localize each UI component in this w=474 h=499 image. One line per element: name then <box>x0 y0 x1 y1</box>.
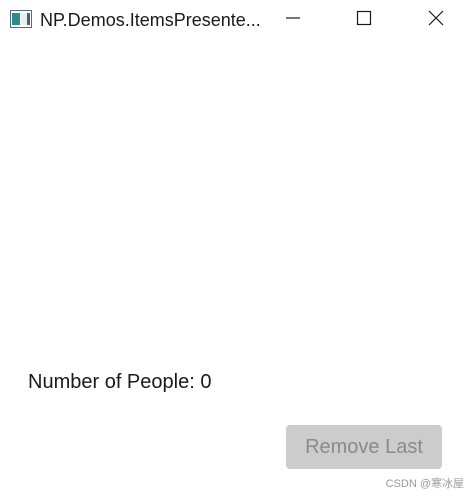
maximize-button[interactable] <box>341 0 387 40</box>
watermark: CSDN @寒冰屋 <box>385 478 464 490</box>
app-window-icon <box>10 10 32 28</box>
main-content: Number of People: 0 Remove Last <box>0 40 474 499</box>
minimize-icon <box>285 10 301 31</box>
close-icon <box>428 10 444 31</box>
close-button[interactable] <box>413 0 459 40</box>
remove-last-button[interactable]: Remove Last <box>286 425 442 469</box>
people-count-label: Number of People: 0 <box>28 371 212 393</box>
title-bar[interactable]: NP.Demos.ItemsPresente... <box>0 0 474 40</box>
window-title: NP.Demos.ItemsPresente... <box>40 10 261 30</box>
maximize-icon <box>356 10 372 31</box>
minimize-button[interactable] <box>270 0 316 40</box>
app-window: NP.Demos.ItemsPresente... Number of Peop… <box>0 0 474 499</box>
